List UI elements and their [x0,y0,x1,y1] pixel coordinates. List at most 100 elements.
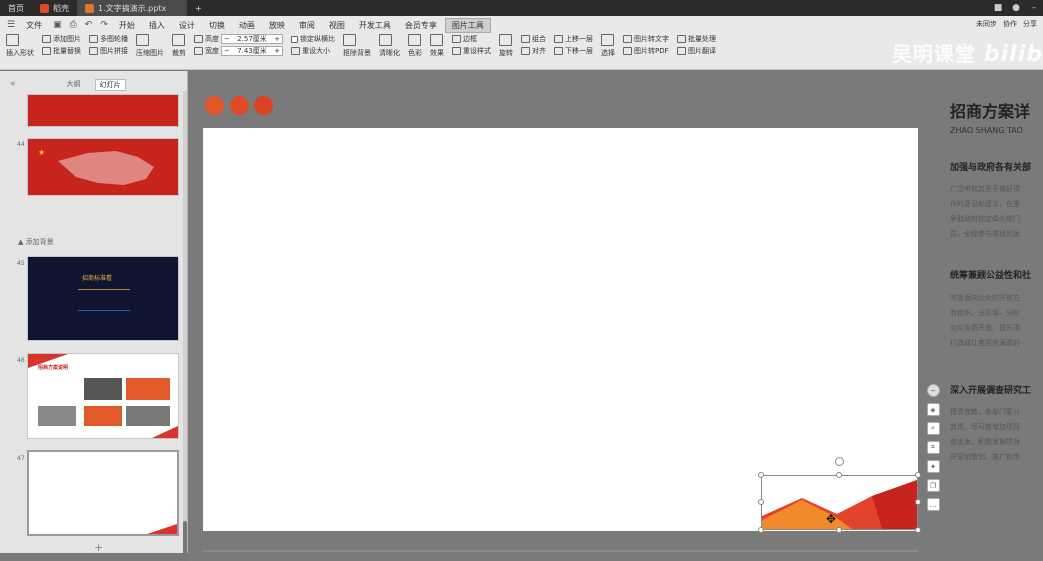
menu-home[interactable]: 开始 [113,19,141,32]
cutout-button[interactable]: 抠除背景 [343,48,371,58]
layers-icon[interactable]: ◈ [926,403,940,416]
resize-handle-tl[interactable] [758,472,764,478]
tab-slides[interactable]: 幻灯片 [94,79,126,91]
slide-thumb-45[interactable]: 招商标准看 [27,256,179,341]
image-splice-button[interactable]: 图片拼接 [89,46,128,56]
img-to-text-button[interactable]: 图片转文字 [623,34,669,44]
share-button[interactable]: 分享 [1023,19,1037,29]
menu-animation[interactable]: 动画 [233,19,261,32]
menu-transition[interactable]: 切换 [203,19,231,32]
selected-picture[interactable] [761,475,918,530]
menu-view[interactable]: 视图 [323,19,351,32]
scrollbar-thumb[interactable] [183,521,187,561]
decor-dot-1[interactable] [205,96,224,115]
offslide-text[interactable]: 招商方案详 ZHAO SHANG TAO 加强与政府各有关部 广泛听取其关于做好… [950,98,1043,478]
color-button[interactable]: 色彩 [408,48,422,58]
badge-icon[interactable]: ■ [989,3,1007,13]
slide-thumb-44[interactable]: ★ [27,138,179,196]
tab-document[interactable]: 1.文字搞演示.pptx [77,0,187,16]
reset-size-label: 重设大小 [302,47,330,55]
red-wave-graphic [762,480,917,529]
undo-icon[interactable]: ↶ [82,20,96,30]
slide-thumb-47[interactable] [27,450,179,536]
lightbulb-icon[interactable]: ✦ [926,460,940,473]
insert-shape-button[interactable]: 插入形状 [6,48,34,58]
resize-handle-tm[interactable] [836,472,842,478]
resize-handle-bl[interactable] [758,527,764,533]
compress-icon[interactable] [136,34,149,46]
height-stepper[interactable]: −2.57厘米 + [221,34,283,44]
effects-icon[interactable] [430,34,443,46]
tab-docer[interactable]: 稻壳 [32,0,77,16]
add-picture-button[interactable]: 添加图片 [42,34,81,44]
menu-developer[interactable]: 开发工具 [353,19,397,32]
batch-process-button[interactable]: 批量处理 [677,34,716,44]
sync-status[interactable]: 未同步 [976,19,997,29]
crop-icon[interactable] [172,34,185,46]
resize-handle-ml[interactable] [758,499,764,505]
resize-handle-br[interactable] [915,527,921,533]
compress-button[interactable]: 压缩图片 [136,48,164,58]
sharpen-button[interactable]: 清晰化 [379,48,400,58]
reset-size-button[interactable]: 重设大小 [291,46,335,56]
resize-handle-tr[interactable] [915,472,921,478]
more-icon[interactable]: … [926,498,940,511]
width-stepper[interactable]: −7.43厘米 + [221,46,283,56]
group-button[interactable]: 组合 [521,34,546,44]
reset-style-button[interactable]: 重设样式 [452,46,491,56]
batch-replace-button[interactable]: 批量替换 [42,46,81,56]
menu-insert[interactable]: 插入 [143,19,171,32]
sharpen-icon[interactable] [379,34,392,46]
redo-icon[interactable]: ↷ [97,20,111,30]
section-label[interactable]: ▲ 添加背景 [18,237,54,247]
resize-handle-mr[interactable] [915,499,921,505]
crop-button[interactable]: 裁剪 [172,48,186,58]
collapse-toolbar-icon[interactable]: − [926,384,940,397]
effects-button[interactable]: 效果 [430,48,444,58]
decor-dot-2[interactable] [230,96,249,115]
align-button[interactable]: 对齐 [521,46,546,56]
copy-icon[interactable]: ❐ [926,479,940,492]
avatar[interactable]: ● [1007,3,1025,13]
menu-picture-tools[interactable]: 图片工具 [444,17,491,33]
send-backward-button[interactable]: 下移一层 [554,46,593,56]
insert-shape-icon[interactable] [6,34,19,46]
slide-thumb-46[interactable]: 招商方案说明 [27,353,179,439]
section-1-line-2: 作的意见和建议，在重 [950,200,1020,208]
img-to-pdf-button[interactable]: 图片转PDF [623,46,669,56]
decor-dot-3[interactable] [254,96,273,115]
slides-scrollbar[interactable] [183,91,187,561]
multi-image-button[interactable]: 多图轮播 [89,34,128,44]
save-icon[interactable]: ▣ [50,20,65,30]
menu-review[interactable]: 审阅 [293,19,321,32]
replace-icon [42,47,51,55]
menu-slideshow[interactable]: 放映 [263,19,291,32]
resize-handle-bm[interactable] [836,527,842,533]
print-icon[interactable]: ⎙ [67,20,80,30]
bring-forward-button[interactable]: 上移一层 [554,34,593,44]
rotate-button[interactable]: 旋转 [499,48,513,58]
border-button[interactable]: 边框 [452,34,491,44]
minimize-icon[interactable]: – [1025,3,1043,13]
menu-design[interactable]: 设计 [173,19,201,32]
cutout-icon[interactable] [343,34,356,46]
zoom-icon[interactable]: ⌕ [926,422,940,435]
slide-thumb-43[interactable] [27,94,179,127]
select-icon[interactable] [601,34,614,46]
hamburger-icon[interactable]: ☰ [4,20,18,30]
rotate-handle[interactable] [835,457,844,466]
rotate-icon[interactable] [499,34,512,46]
add-slide-icon[interactable]: + [94,541,103,554]
crop-tool-icon[interactable]: ⌗ [926,441,940,454]
tab-outline[interactable]: 大纲 [63,79,85,91]
color-icon[interactable] [408,34,421,46]
menu-file[interactable]: 文件 [20,19,48,32]
new-tab-button[interactable]: + [187,0,210,16]
menu-member[interactable]: 会员专享 [399,19,443,32]
lock-ratio-checkbox[interactable]: 锁定纵横比 [291,34,335,44]
img-translate-button[interactable]: 图片翻译 [677,46,716,56]
select-button[interactable]: 选择 [601,48,615,58]
tab-home[interactable]: 首页 [0,0,32,16]
collaborate-button[interactable]: 协作 [1003,19,1017,29]
slide-canvas[interactable] [203,128,918,531]
